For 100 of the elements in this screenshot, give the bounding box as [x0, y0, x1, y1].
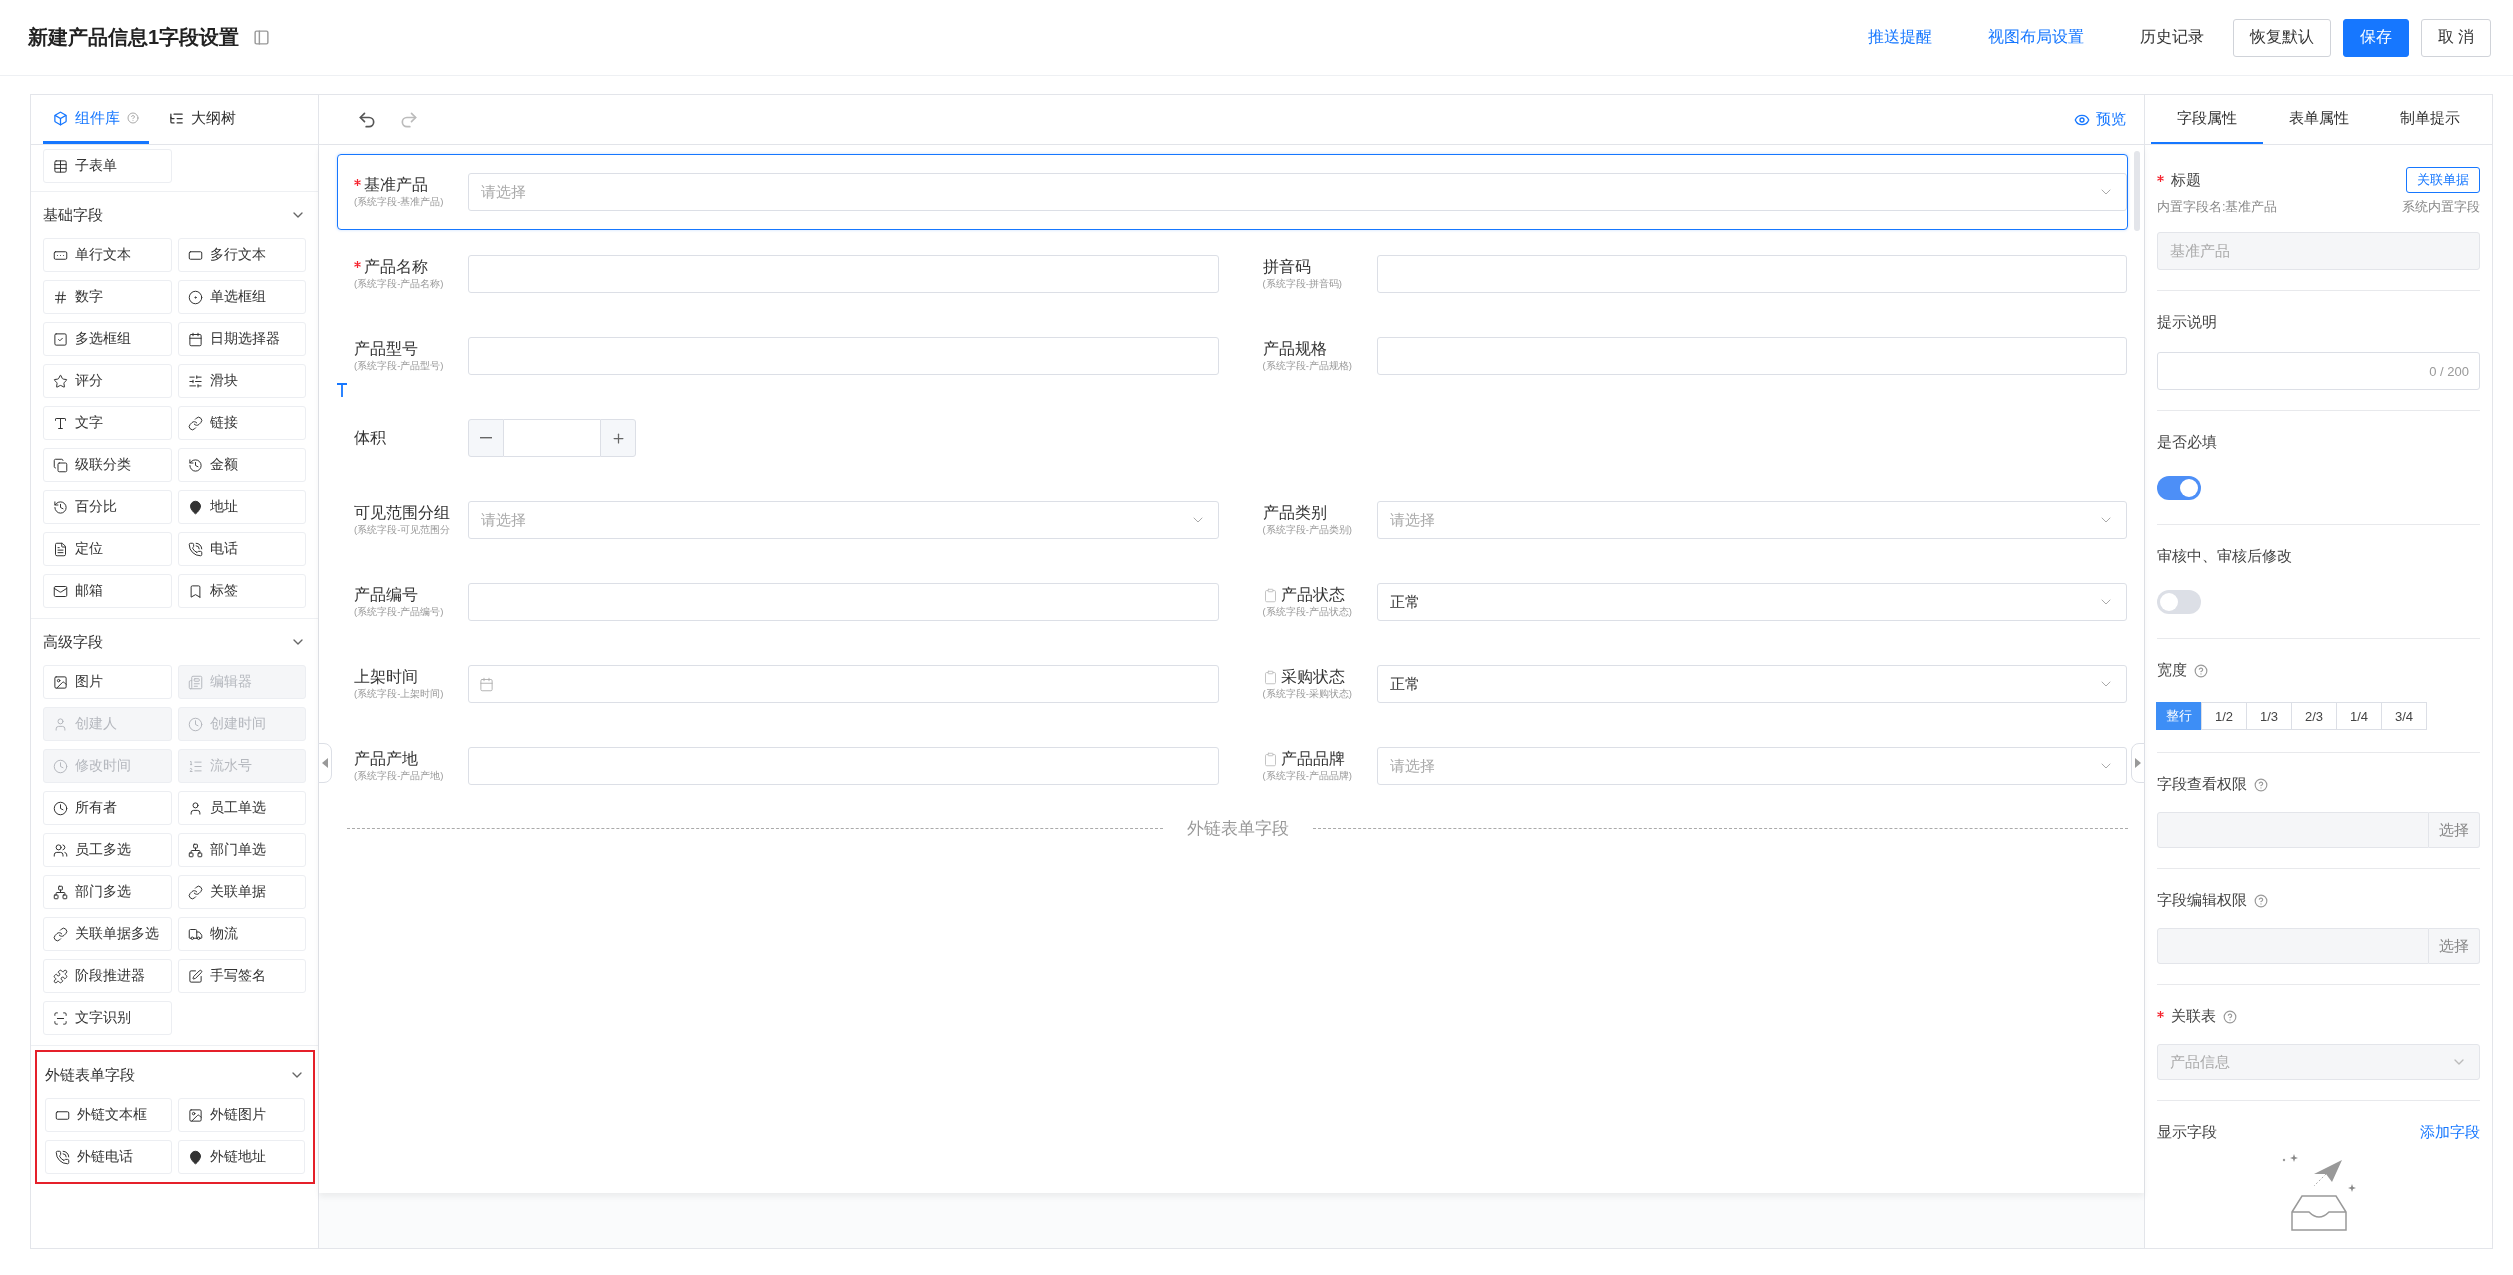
permission-field[interactable]	[2157, 928, 2429, 964]
panel-tab[interactable]: 组件库	[43, 95, 149, 144]
form-field[interactable]: 拼音码 (系统字段-拼音码)	[1245, 233, 2128, 315]
text-field[interactable]	[1376, 255, 2127, 293]
add-field-link[interactable]: 添加字段	[2420, 1123, 2480, 1142]
component-item[interactable]: 日期选择器	[177, 322, 306, 356]
component-item[interactable]: 关联单据多选	[43, 917, 172, 951]
minus-button[interactable]	[468, 419, 504, 457]
form-field[interactable]: 产品编号 (系统字段-产品编号)	[337, 561, 1220, 643]
form-field[interactable]: 产品品牌 (系统字段-产品品牌) 请选择	[1245, 725, 2128, 807]
form-field[interactable]: 产品状态 (系统字段-产品状态) 正常	[1245, 561, 2128, 643]
text-field[interactable]	[468, 583, 1219, 621]
width-option[interactable]: 1/4	[2336, 702, 2382, 730]
plus-button[interactable]	[600, 419, 636, 457]
component-item[interactable]: 员工多选	[43, 833, 172, 867]
field-sublabel: (系统字段-产品类别)	[1262, 524, 1353, 537]
scrollbar-thumb[interactable]	[2134, 151, 2140, 231]
form-field[interactable]: 产品规格 (系统字段-产品规格)	[1245, 315, 2128, 397]
file-icon	[53, 541, 68, 557]
component-item[interactable]: 金额	[177, 448, 306, 482]
component-item[interactable]: 图片	[43, 665, 172, 699]
text-field[interactable]	[468, 747, 1219, 785]
field-sublabel: (系统字段-基准产品)	[354, 196, 445, 209]
toggle-switch[interactable]	[2157, 476, 2201, 500]
form-field[interactable]: 采购状态 (系统字段-采购状态) 正常	[1245, 643, 2128, 725]
component-item[interactable]: 部门单选	[177, 833, 306, 867]
form-field[interactable]: 产品型号 (系统字段-产品型号)	[337, 315, 1220, 397]
component-item[interactable]: 滑块	[177, 364, 306, 398]
width-option[interactable]: 1/3	[2246, 702, 2292, 730]
header-button[interactable]: 恢复默认	[2232, 18, 2331, 57]
component-item[interactable]: 单选框组	[177, 280, 306, 314]
component-item[interactable]: 电话	[177, 532, 306, 566]
component-item[interactable]: 评分	[43, 364, 172, 398]
component-item[interactable]: 外链图片	[178, 1098, 305, 1132]
form-field[interactable]: 可见范围分组 (系统字段-可见范围分 请选择	[337, 479, 1220, 561]
component-item[interactable]: 多选框组	[43, 322, 172, 356]
form-field[interactable]: 产品类别 (系统字段-产品类别) 请选择	[1245, 479, 2128, 561]
component-item[interactable]: 标签	[177, 574, 306, 608]
property-tab[interactable]: 表单属性	[2262, 95, 2375, 144]
component-item[interactable]: 文字识别	[43, 1001, 172, 1035]
component-item[interactable]: 级联分类	[43, 448, 172, 482]
component-item[interactable]: 外链地址	[178, 1140, 305, 1174]
form-field[interactable]: 体积	[337, 397, 1229, 479]
text-field[interactable]	[468, 255, 1219, 293]
collapse-handle[interactable]	[2131, 743, 2145, 783]
image-icon	[53, 674, 68, 690]
component-item[interactable]: 所有者	[43, 791, 172, 825]
date-field[interactable]	[468, 665, 1219, 703]
redo-icon[interactable]	[399, 109, 419, 130]
list-tree-icon	[169, 110, 184, 126]
text-field[interactable]	[468, 337, 1219, 375]
preview-link[interactable]: 预览	[2074, 110, 2126, 129]
permission-field[interactable]	[2157, 812, 2429, 848]
form-field[interactable]: 基准产品 (系统字段-基准产品) 请选择	[337, 154, 2128, 230]
undo-icon[interactable]	[357, 109, 377, 130]
field-sublabel: (系统字段-采购状态)	[1262, 688, 1353, 701]
number-field[interactable]	[504, 419, 600, 457]
component-item[interactable]: 单行文本	[43, 238, 172, 272]
form-field[interactable]: 产品产地 (系统字段-产品产地)	[337, 725, 1220, 807]
form-field[interactable]: 产品名称 (系统字段-产品名称)	[337, 233, 1220, 315]
component-item[interactable]: 邮箱	[43, 574, 172, 608]
user-icon	[187, 800, 203, 816]
form-field[interactable]: 上架时间 (系统字段-上架时间)	[337, 643, 1220, 725]
panel-icon[interactable]	[253, 29, 271, 46]
component-item[interactable]: 数字	[43, 280, 172, 314]
component-item[interactable]: 部门多选	[43, 875, 172, 909]
collapse-handle[interactable]	[318, 743, 332, 783]
component-item[interactable]: 员工单选	[177, 791, 306, 825]
text-field[interactable]	[1376, 337, 2127, 375]
component-item[interactable]: 文字	[43, 406, 172, 440]
field-label: 产品规格	[1262, 339, 1327, 359]
component-item[interactable]: 多行文本	[177, 238, 306, 272]
component-item[interactable]: 外链文本框	[45, 1098, 172, 1132]
component-item[interactable]: 关联单据	[177, 875, 306, 909]
list-icon	[187, 758, 203, 774]
component-item[interactable]: 地址	[177, 490, 306, 524]
property-tab[interactable]: 制单提示	[2374, 95, 2486, 144]
related-doc-button[interactable]: 关联单据	[2406, 167, 2480, 193]
component-item[interactable]: 手写签名	[177, 959, 306, 993]
select-field[interactable]: 正常	[1376, 665, 2127, 703]
width-option[interactable]: 1/2	[2201, 702, 2247, 730]
component-item[interactable]: 物流	[177, 917, 306, 951]
width-option[interactable]: 3/4	[2381, 702, 2427, 730]
field-sublabel: (系统字段-产品状态)	[1262, 606, 1353, 619]
header-button[interactable]: 保存	[2342, 18, 2409, 57]
component-item[interactable]: 链接	[177, 406, 306, 440]
component-item[interactable]: 子表单	[43, 149, 172, 183]
type-icon	[53, 415, 68, 431]
panel-tab[interactable]: 大纲树	[159, 95, 246, 144]
component-item[interactable]: 外链电话	[45, 1140, 172, 1174]
select-field[interactable]: 正常	[1376, 583, 2127, 621]
divider-label: 外链表单字段	[1186, 818, 1289, 840]
component-item[interactable]: 阶段推进器	[43, 959, 172, 993]
component-item[interactable]: 百分比	[43, 490, 172, 524]
property-tab[interactable]: 字段属性	[2151, 95, 2263, 144]
component-item[interactable]: 定位	[43, 532, 172, 566]
width-option[interactable]: 2/3	[2291, 702, 2337, 730]
header-button[interactable]: 取 消	[2420, 18, 2491, 57]
toggle-switch[interactable]	[2157, 590, 2201, 614]
field-sublabel: (系统字段-上架时间)	[354, 688, 445, 701]
